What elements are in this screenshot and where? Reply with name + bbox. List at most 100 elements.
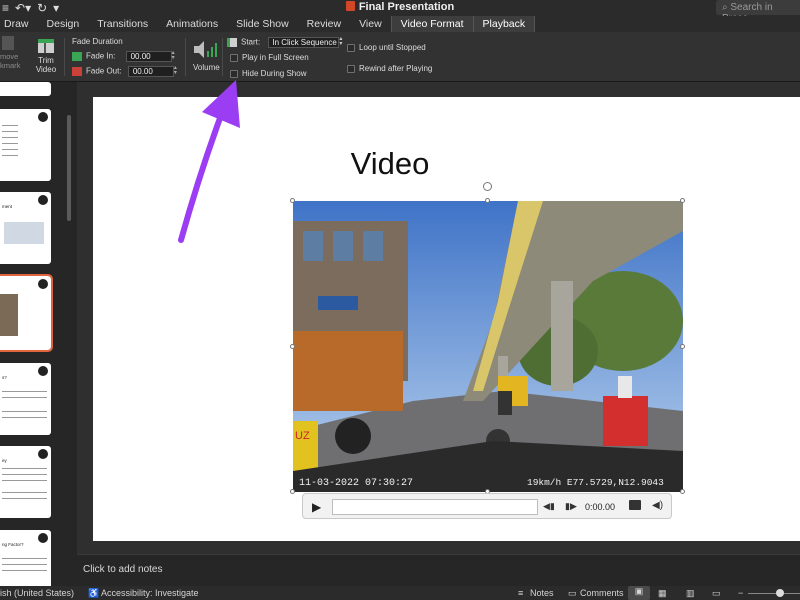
bookmark-icon (2, 36, 14, 50)
slide-thumbnail-selected[interactable] (0, 274, 53, 352)
play-full-screen-label: Play in Full Screen (242, 53, 309, 62)
notes-placeholder: Click to add notes (83, 564, 163, 575)
resize-handle[interactable] (290, 344, 295, 349)
tab-slide-show[interactable]: Slide Show (227, 16, 298, 32)
resize-handle[interactable] (485, 198, 490, 203)
thumbnail-title: ment (2, 204, 13, 209)
hide-during-show-checkbox[interactable] (230, 69, 238, 78)
slide-thumbnail[interactable]: ment (0, 192, 51, 264)
zoom-slider[interactable] (748, 593, 800, 594)
notes-button[interactable]: Notes (530, 588, 554, 598)
fade-in-stepper[interactable]: ▴ ▾ (172, 50, 178, 62)
language-status[interactable]: ish (United States) (0, 588, 74, 598)
resize-handle[interactable] (680, 198, 685, 203)
logo-icon (38, 279, 48, 289)
status-bar: ish (United States) ♿ Accessibility: Inv… (0, 586, 800, 600)
comments-icon: ▭ (568, 588, 577, 598)
trim-label-2: Video (35, 65, 57, 74)
sign-text: UZ (295, 430, 310, 442)
video-gps-overlay: 19km/h E77.5729,N12.9043 (527, 477, 664, 488)
tab-draw[interactable]: Draw (0, 16, 38, 32)
tab-video-format[interactable]: Video Format (390, 16, 474, 32)
start-label: Start: (241, 37, 261, 47)
video-player-controls: ▶ ◀▮ ▮▶ 0:00.00 ◀) (302, 493, 672, 519)
fade-in-icon (72, 52, 82, 61)
slide-sorter-icon[interactable]: ▦ (658, 588, 667, 599)
slide-thumbnail[interactable]: ng Factor? (0, 530, 51, 586)
hide-during-show-option[interactable]: Hide During Show (230, 69, 306, 78)
fade-in-field[interactable]: 00.00 (125, 51, 172, 62)
ribbon-divider (222, 38, 223, 76)
search-box[interactable]: ⌕ Search in Prese (716, 0, 800, 24)
resize-handle[interactable] (290, 198, 295, 203)
resize-handle[interactable] (680, 489, 685, 494)
slide-thumbnail[interactable]: ey (0, 446, 51, 518)
loop-until-stopped-label: Loop until Stopped (359, 43, 426, 52)
tab-view[interactable]: View (350, 16, 391, 32)
volume-control-icon[interactable]: ◀) (652, 500, 663, 511)
loop-until-stopped-checkbox[interactable] (347, 43, 355, 52)
logo-icon (38, 195, 48, 205)
thumbnail-title: ng Factor? (2, 542, 24, 547)
resize-handle[interactable] (290, 489, 295, 494)
video-time: 0:00.00 (585, 502, 616, 512)
volume-button[interactable]: Volume (193, 38, 220, 72)
slide-thumbnail[interactable]: s? (0, 363, 51, 435)
tab-animations[interactable]: Animations (157, 16, 227, 32)
tab-transitions[interactable]: Transitions (88, 16, 157, 32)
fade-in-label: Fade In: (86, 51, 116, 61)
fade-out-label: Fade Out: (86, 66, 122, 76)
rotate-handle-icon[interactable] (483, 182, 492, 191)
comments-button[interactable]: Comments (580, 588, 624, 598)
zoom-out-icon[interactable]: − (738, 588, 743, 598)
fade-in-row: Fade In: 00.00 ▴ ▾ (72, 50, 178, 62)
hide-during-show-label: Hide During Show (242, 69, 307, 78)
remove-bookmark-label-1: move (0, 52, 19, 61)
ribbon-divider (64, 38, 65, 76)
fade-out-stepper[interactable]: ▴ ▾ (174, 65, 180, 77)
play-icon[interactable]: ▶ (312, 500, 321, 514)
thumbnail-video-preview (0, 294, 18, 336)
rewind-after-playing-checkbox[interactable] (347, 64, 355, 73)
video-frame[interactable]: 11-03-2022 07:30:27 19km/h E77.5729,N12.… (293, 201, 683, 492)
reading-view-icon[interactable]: ▥ (686, 588, 695, 599)
logo-icon (38, 533, 48, 543)
remove-bookmark-button[interactable]: move kmark (0, 36, 26, 78)
tab-review[interactable]: Review (298, 16, 350, 32)
start-select-value: In Click Sequence (272, 38, 337, 47)
volume-icon (194, 41, 218, 58)
fade-out-row: Fade Out: 00.00 ▴ ▾ (72, 65, 180, 77)
slide-title[interactable]: Video (0, 146, 780, 182)
title-bar: ≡ ↶▾ ↻ ▾ Final Presentation ⌕ Search in … (0, 0, 800, 24)
start-select[interactable]: In Click Sequence (268, 37, 340, 48)
ribbon-tabs: Draw Design Transitions Animations Slide… (0, 16, 800, 32)
play-full-screen-option[interactable]: Play in Full Screen (230, 53, 309, 62)
loop-until-stopped-option[interactable]: Loop until Stopped (347, 43, 426, 52)
notes-icon: ≡ (518, 588, 524, 598)
accessibility-status[interactable]: Accessibility: Investigate (101, 588, 199, 598)
skip-back-icon[interactable]: ◀▮ (543, 501, 555, 512)
rewind-after-playing-option[interactable]: Rewind after Playing (347, 64, 432, 73)
captions-icon[interactable] (629, 500, 641, 510)
start-row: Start: In Click Sequence ▴ ▾ (227, 36, 345, 48)
logo-icon (38, 449, 48, 459)
normal-view-icon[interactable]: ▣ (628, 586, 650, 600)
trim-label-1: Trim (38, 56, 54, 65)
thumbnail-title: s? (2, 375, 7, 380)
slide-thumbnail[interactable] (0, 82, 51, 96)
trim-video-icon (38, 39, 54, 53)
fade-duration-title: Fade Duration (72, 37, 123, 46)
tab-design[interactable]: Design (38, 16, 89, 32)
start-select-chevron-icon[interactable]: ▴ ▾ (339, 36, 345, 48)
tab-playback[interactable]: Playback (473, 16, 536, 32)
zoom-slider-thumb[interactable] (776, 589, 784, 597)
notes-pane[interactable]: Click to add notes (77, 554, 800, 586)
video-still-image: 11-03-2022 07:30:27 19km/h E77.5729,N12.… (293, 201, 683, 492)
play-full-screen-checkbox[interactable] (230, 53, 238, 62)
fade-out-field[interactable]: 00.00 (127, 66, 174, 77)
trim-video-button[interactable]: Trim Video (34, 38, 58, 80)
resize-handle[interactable] (680, 344, 685, 349)
skip-forward-icon[interactable]: ▮▶ (565, 501, 577, 512)
video-timeline[interactable] (332, 499, 538, 515)
slide-show-icon[interactable]: ▭ (712, 588, 721, 599)
